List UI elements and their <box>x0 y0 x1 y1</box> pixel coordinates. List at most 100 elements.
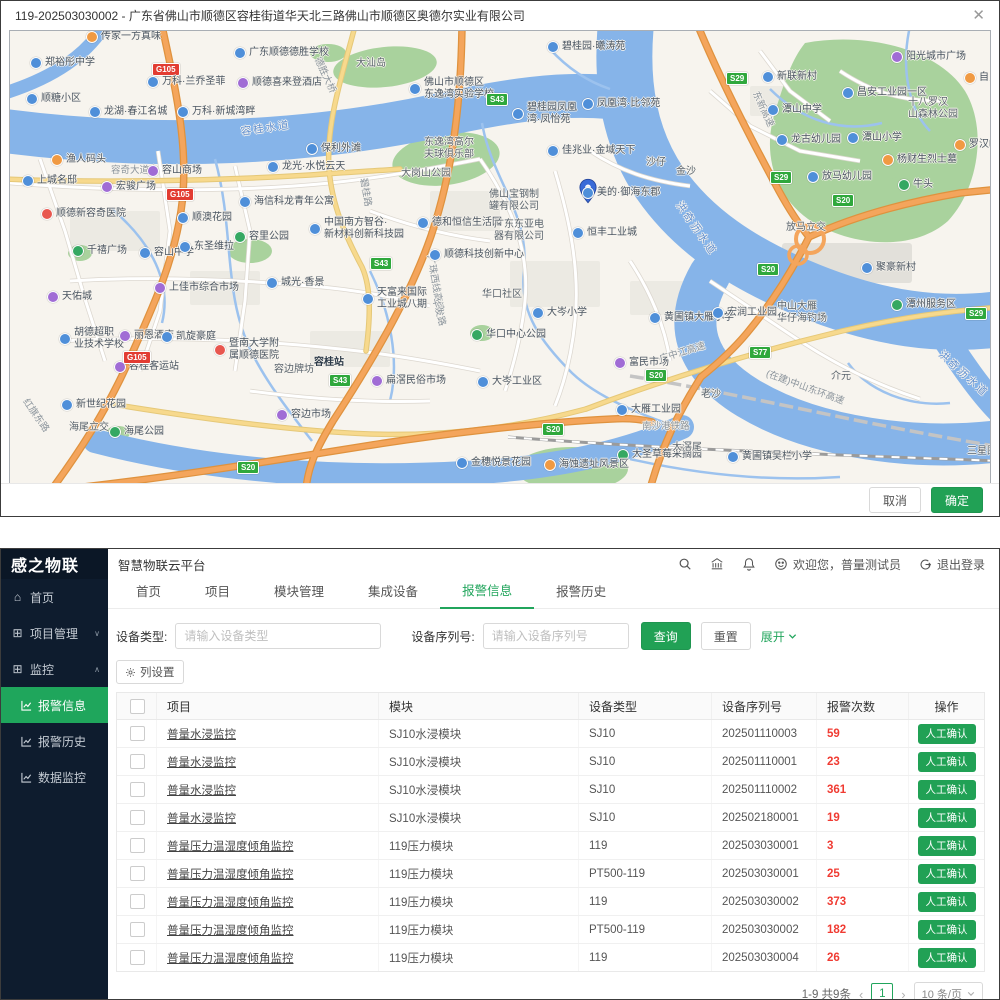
cancel-button[interactable]: 取消 <box>869 487 921 513</box>
sidebar: 感之物联 ⌂首页⊞项目管理∨⊞监控∧报警信息报警历史数据监控 <box>1 549 108 999</box>
row-checkbox[interactable] <box>130 810 145 825</box>
sidebar-item-项目管理[interactable]: ⊞项目管理∨ <box>1 615 108 651</box>
table-row: 普量水浸监控SJ10水浸模块SJ10202501110002361人工确认 <box>117 776 984 804</box>
row-checkbox[interactable] <box>130 754 145 769</box>
project-link[interactable]: 普量压力温湿度倾角监控 <box>167 866 294 882</box>
bell-icon[interactable] <box>742 557 756 571</box>
pagination-summary: 1-9 共9条 <box>802 986 851 1000</box>
tab-报警历史[interactable]: 报警历史 <box>534 581 628 608</box>
prev-page-icon[interactable]: ‹ <box>859 987 863 1000</box>
device-type-cell: SJ10 <box>579 776 712 803</box>
sidebar-subitem-报警历史[interactable]: 报警历史 <box>1 723 108 759</box>
table-row: 普量压力温湿度倾角监控119压力模块PT500-1192025030300012… <box>117 860 984 888</box>
module-cell: 119压力模块 <box>379 944 579 971</box>
row-checkbox[interactable] <box>130 782 145 797</box>
expand-toggle[interactable]: 展开 <box>761 628 797 645</box>
column-header-模块: 模块 <box>379 693 579 719</box>
device-type-label: 设备类型: <box>116 628 167 645</box>
table-row: 普量压力温湿度倾角监控119压力模块PT500-1192025030300021… <box>117 916 984 944</box>
alarm-count: 26 <box>827 952 840 964</box>
device-type-cell: SJ10 <box>579 804 712 831</box>
device-type-cell: 119 <box>579 832 712 859</box>
map-dialog: 119-202503030002 - 广东省佛山市顺德区容桂街道华天北三路佛山市… <box>0 0 1000 517</box>
app-window: 感之物联 ⌂首页⊞项目管理∨⊞监控∧报警信息报警历史数据监控 智慧物联云平台 <box>0 548 1000 1000</box>
project-link[interactable]: 普量水浸监控 <box>167 754 236 770</box>
serial-input[interactable] <box>483 623 629 649</box>
header-actions: 欢迎您，普量测试员 退出登录 <box>678 556 985 573</box>
map-canvas[interactable]: 传家一方真味郑裕彤中学G105万科·兰乔圣菲广东顺德德胜学校顺德喜来登酒店顺糖小… <box>9 30 991 484</box>
tab-报警信息[interactable]: 报警信息 <box>440 580 534 609</box>
close-icon[interactable]: ✕ <box>972 8 985 23</box>
row-checkbox[interactable] <box>130 726 145 741</box>
select-all-checkbox[interactable] <box>130 699 145 714</box>
chevron-up-icon: ∧ <box>94 665 100 674</box>
project-link[interactable]: 普量水浸监控 <box>167 810 236 826</box>
manual-confirm-button[interactable]: 人工确认 <box>918 724 976 744</box>
column-header-报警次数: 报警次数 <box>817 693 909 719</box>
manual-confirm-button[interactable]: 人工确认 <box>918 780 976 800</box>
device-type-cell: 119 <box>579 888 712 915</box>
table-header: 项目模块设备类型设备序列号报警次数操作 <box>117 693 984 720</box>
tab-首页[interactable]: 首页 <box>114 581 183 608</box>
row-checkbox[interactable] <box>130 950 145 965</box>
confirm-button[interactable]: 确定 <box>931 487 983 513</box>
project-link[interactable]: 普量压力温湿度倾角监控 <box>167 894 294 910</box>
project-link[interactable]: 普量压力温湿度倾角监控 <box>167 950 294 966</box>
chart-icon <box>21 772 32 783</box>
module-cell: 119压力模块 <box>379 832 579 859</box>
platform-title: 智慧物联云平台 <box>118 555 206 574</box>
project-link[interactable]: 普量水浸监控 <box>167 782 236 798</box>
device-type-cell: PT500-119 <box>579 916 712 943</box>
alarm-count: 182 <box>827 924 846 936</box>
table-row: 普量水浸监控SJ10水浸模块SJ1020250111000359人工确认 <box>117 720 984 748</box>
device-type-input[interactable] <box>175 623 381 649</box>
row-checkbox[interactable] <box>130 922 145 937</box>
gear-icon <box>125 667 136 678</box>
user-welcome[interactable]: 欢迎您，普量测试员 <box>774 556 901 573</box>
search-button[interactable]: 查询 <box>641 622 691 650</box>
alarm-count: 23 <box>827 756 840 768</box>
row-checkbox[interactable] <box>130 838 145 853</box>
sidebar-item-label: 项目管理 <box>30 625 78 642</box>
manual-confirm-button[interactable]: 人工确认 <box>918 864 976 884</box>
tab-集成设备[interactable]: 集成设备 <box>346 581 440 608</box>
manual-confirm-button[interactable]: 人工确认 <box>918 892 976 912</box>
serial-cell: 202501110002 <box>712 776 817 803</box>
manual-confirm-button[interactable]: 人工确认 <box>918 808 976 828</box>
alarm-count: 373 <box>827 896 846 908</box>
tab-bar: 首页项目模块管理集成设备报警信息报警历史 <box>108 579 999 609</box>
project-link[interactable]: 普量压力温湿度倾角监控 <box>167 922 294 938</box>
manual-confirm-button[interactable]: 人工确认 <box>918 836 976 856</box>
row-checkbox[interactable] <box>130 866 145 881</box>
manual-confirm-button[interactable]: 人工确认 <box>918 948 976 968</box>
organization-icon[interactable] <box>710 557 724 571</box>
sidebar-subitem-报警信息[interactable]: 报警信息 <box>1 687 108 723</box>
tab-项目[interactable]: 项目 <box>183 581 252 608</box>
row-checkbox[interactable] <box>130 894 145 909</box>
search-icon[interactable] <box>678 557 692 571</box>
tab-模块管理[interactable]: 模块管理 <box>252 581 346 608</box>
reset-button[interactable]: 重置 <box>701 622 751 650</box>
table-row: 普量水浸监控SJ10水浸模块SJ1020250218000119人工确认 <box>117 804 984 832</box>
column-settings-button[interactable]: 列设置 <box>116 660 184 684</box>
alarm-count: 25 <box>827 868 840 880</box>
manual-confirm-button[interactable]: 人工确认 <box>918 920 976 940</box>
page-size-select[interactable]: 10 条/页 <box>914 982 983 1000</box>
alarm-count: 361 <box>827 784 846 796</box>
user-avatar-icon <box>774 557 788 571</box>
sidebar-item-监控[interactable]: ⊞监控∧ <box>1 651 108 687</box>
top-header: 智慧物联云平台 欢迎您，普量测试员 <box>108 549 999 579</box>
logout-label: 退出登录 <box>937 556 985 573</box>
logout-button[interactable]: 退出登录 <box>919 556 985 573</box>
map-base-art <box>10 31 991 483</box>
manual-confirm-button[interactable]: 人工确认 <box>918 752 976 772</box>
sidebar-menu: ⌂首页⊞项目管理∨⊞监控∧报警信息报警历史数据监控 <box>1 579 108 795</box>
next-page-icon[interactable]: › <box>901 987 905 1000</box>
project-link[interactable]: 普量水浸监控 <box>167 726 236 742</box>
project-link[interactable]: 普量压力温湿度倾角监控 <box>167 838 294 854</box>
sidebar-item-首页[interactable]: ⌂首页 <box>1 579 108 615</box>
sidebar-subitem-label: 报警历史 <box>38 733 86 750</box>
sidebar-subitem-数据监控[interactable]: 数据监控 <box>1 759 108 795</box>
screen: 119-202503030002 - 广东省佛山市顺德区容桂街道华天北三路佛山市… <box>0 0 1000 1000</box>
page-number[interactable]: 1 <box>871 983 893 1000</box>
